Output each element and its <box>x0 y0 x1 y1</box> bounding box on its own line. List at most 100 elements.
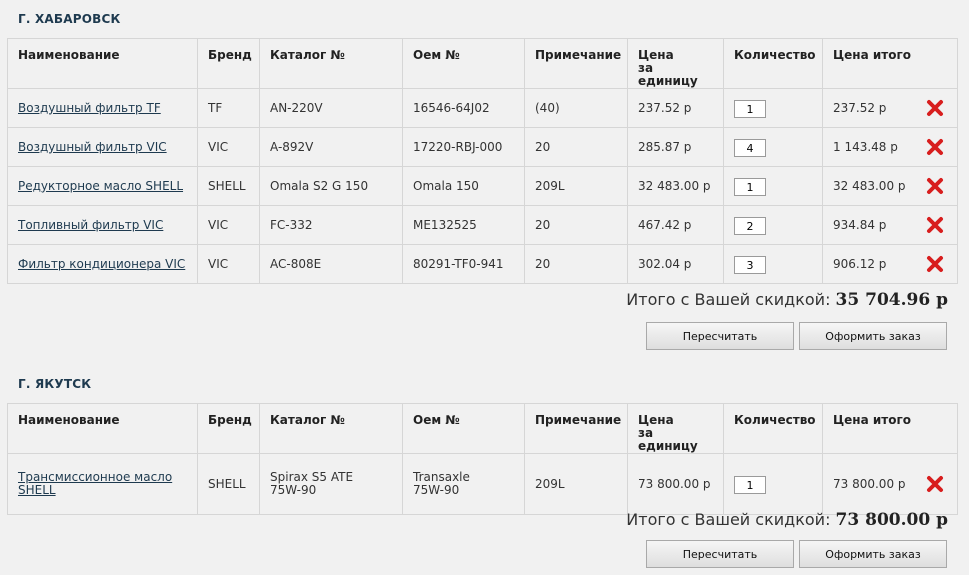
catalog-cell: A-892V <box>259 127 403 167</box>
summary-total: 35 704.96 р <box>835 290 948 310</box>
summary-label: Итого с Вашей скидкой: <box>626 290 831 309</box>
delete-icon[interactable] <box>926 216 944 234</box>
table-header-row: Наименование Бренд Каталог № Оем № Приме… <box>7 403 958 454</box>
table-row: Трансмиссионное масло SHELL SHELL Spirax … <box>7 453 958 515</box>
note-cell: 209L <box>524 166 628 206</box>
delete-icon[interactable] <box>926 255 944 273</box>
header-qty: Количество <box>723 403 823 454</box>
product-name-line1: Трансмиссионное масло <box>18 470 173 484</box>
header-brand: Бренд <box>197 38 260 89</box>
total-cell: 906.12 р <box>833 256 887 271</box>
quantity-input[interactable] <box>734 178 766 196</box>
header-total: Цена итого <box>822 403 958 454</box>
header-name: Наименование <box>7 38 198 89</box>
brand-cell: TF <box>197 88 260 128</box>
total-cell: 73 800.00 р <box>833 476 906 491</box>
header-qty: Количество <box>723 38 823 89</box>
delete-icon[interactable] <box>926 177 944 195</box>
oem-cell: 17220-RBJ-000 <box>402 127 525 167</box>
price-cell: 32 483.00 р <box>627 166 724 206</box>
cart-table: Наименование Бренд Каталог № Оем № Приме… <box>7 403 958 515</box>
table-header-row: Наименование Бренд Каталог № Оем № Приме… <box>7 38 958 89</box>
header-price-line1: Цена <box>638 48 674 62</box>
order-summary: Итого с Вашей скидкой: 35 704.96 р <box>626 290 948 310</box>
product-name-line2: SHELL <box>18 483 56 497</box>
catalog-cell: Spirax S5 ATE 75W-90 <box>259 453 403 515</box>
header-catalog: Каталог № <box>259 403 403 454</box>
quantity-input[interactable] <box>734 100 766 118</box>
catalog-line1: Spirax S5 ATE <box>270 470 354 484</box>
oem-cell: 16546-64J02 <box>402 88 525 128</box>
brand-cell: VIC <box>197 244 260 284</box>
recalculate-button[interactable]: Пересчитать <box>646 540 794 568</box>
header-note: Примечание <box>524 38 628 89</box>
product-link[interactable]: Фильтр кондиционера VIC <box>18 257 185 271</box>
catalog-cell: Omala S2 G 150 <box>259 166 403 206</box>
oem-cell: 80291-TF0-941 <box>402 244 525 284</box>
note-cell: 20 <box>524 127 628 167</box>
table-row: Воздушный фильтр TF TF AN-220V 16546-64J… <box>7 88 958 128</box>
checkout-button[interactable]: Оформить заказ <box>799 540 947 568</box>
summary-label: Итого с Вашей скидкой: <box>626 510 831 529</box>
price-cell: 237.52 р <box>627 88 724 128</box>
table-row: Топливный фильтр VIC VIC FC-332 ME132525… <box>7 205 958 245</box>
header-price-line1: Цена <box>638 413 674 427</box>
quantity-input[interactable] <box>734 256 766 274</box>
quantity-input[interactable] <box>734 217 766 235</box>
note-cell: 20 <box>524 205 628 245</box>
product-link[interactable]: Трансмиссионное масло SHELL <box>18 470 172 497</box>
catalog-cell: AN-220V <box>259 88 403 128</box>
quantity-input[interactable] <box>734 476 766 494</box>
oem-cell: ME132525 <box>402 205 525 245</box>
delete-icon[interactable] <box>926 138 944 156</box>
brand-cell: VIC <box>197 205 260 245</box>
catalog-cell: FC-332 <box>259 205 403 245</box>
oem-line1: Transaxle <box>413 470 470 484</box>
header-price: Цена за единицу <box>627 38 724 89</box>
product-link[interactable]: Воздушный фильтр VIC <box>18 140 167 154</box>
table-row: Редукторное масло SHELL SHELL Omala S2 G… <box>7 166 958 206</box>
quantity-input[interactable] <box>734 139 766 157</box>
header-oem: Оем № <box>402 38 525 89</box>
total-cell: 237.52 р <box>833 100 887 115</box>
price-cell: 467.42 р <box>627 205 724 245</box>
header-catalog: Каталог № <box>259 38 403 89</box>
city-title: Г. ХАБАРОВСК <box>18 12 121 26</box>
table-row: Воздушный фильтр VIC VIC A-892V 17220-RB… <box>7 127 958 167</box>
header-oem: Оем № <box>402 403 525 454</box>
product-link[interactable]: Воздушный фильтр TF <box>18 101 161 115</box>
header-name: Наименование <box>7 403 198 454</box>
total-cell: 32 483.00 р <box>833 178 906 193</box>
catalog-line2: 75W-90 <box>270 483 317 497</box>
delete-icon[interactable] <box>926 475 944 493</box>
price-cell: 302.04 р <box>627 244 724 284</box>
recalculate-button[interactable]: Пересчитать <box>646 322 794 350</box>
header-price-line2: за единицу <box>638 426 698 453</box>
total-cell: 934.84 р <box>833 217 887 232</box>
price-cell: 73 800.00 р <box>627 453 724 515</box>
oem-cell: Omala 150 <box>402 166 525 206</box>
city-title: Г. ЯКУТСК <box>18 377 92 391</box>
table-row: Фильтр кондиционера VIC VIC AC-808E 8029… <box>7 244 958 284</box>
price-cell: 285.87 р <box>627 127 724 167</box>
order-summary: Итого с Вашей скидкой: 73 800.00 р <box>626 510 948 530</box>
product-link[interactable]: Редукторное масло SHELL <box>18 179 183 193</box>
brand-cell: SHELL <box>197 453 260 515</box>
catalog-cell: AC-808E <box>259 244 403 284</box>
oem-line2: 75W-90 <box>413 483 460 497</box>
header-price: Цена за единицу <box>627 403 724 454</box>
note-cell: 20 <box>524 244 628 284</box>
header-price-line2: за единицу <box>638 61 698 88</box>
brand-cell: SHELL <box>197 166 260 206</box>
summary-total: 73 800.00 р <box>835 510 948 530</box>
brand-cell: VIC <box>197 127 260 167</box>
delete-icon[interactable] <box>926 99 944 117</box>
header-total: Цена итого <box>822 38 958 89</box>
oem-cell: Transaxle 75W-90 <box>402 453 525 515</box>
checkout-button[interactable]: Оформить заказ <box>799 322 947 350</box>
cart-table: Наименование Бренд Каталог № Оем № Приме… <box>7 38 958 284</box>
note-cell: 209L <box>524 453 628 515</box>
product-link[interactable]: Топливный фильтр VIC <box>18 218 163 232</box>
total-cell: 1 143.48 р <box>833 139 898 154</box>
header-brand: Бренд <box>197 403 260 454</box>
